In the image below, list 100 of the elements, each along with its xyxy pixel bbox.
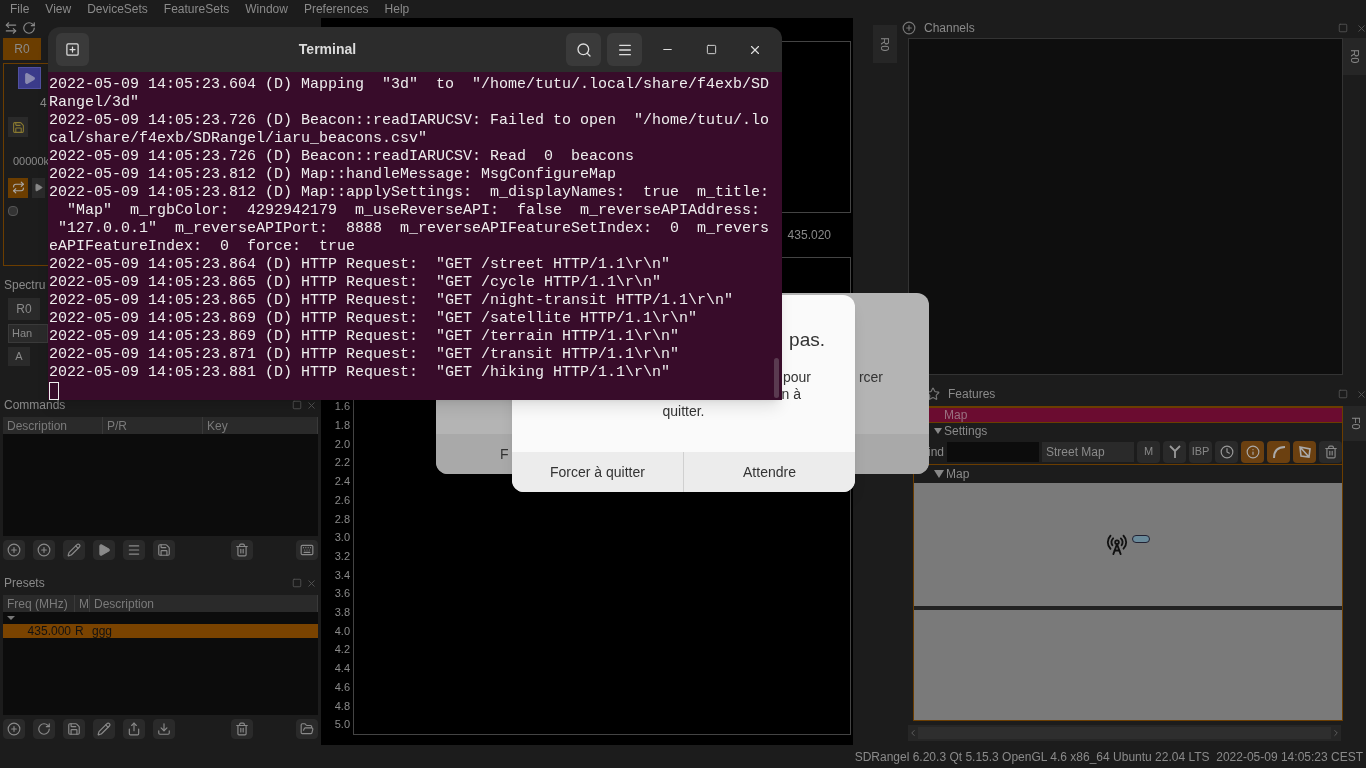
spectrum-tab[interactable]: R0 [8, 298, 40, 320]
section-header[interactable]: Map [946, 465, 970, 483]
keyboard-button[interactable] [296, 540, 318, 560]
curve-icon [1271, 444, 1286, 459]
panel-title: Channels [924, 20, 975, 37]
axis-label: 3.6 [334, 586, 350, 602]
axis-label: 5.0 [334, 717, 350, 733]
menu-item[interactable]: View [45, 0, 72, 18]
slider-thumb[interactable] [8, 205, 18, 216]
feature-title: Map [944, 407, 968, 424]
window-dropdown[interactable]: Han [8, 324, 48, 343]
refresh-icon[interactable] [22, 21, 36, 35]
axis-label: 3.8 [334, 605, 350, 621]
map-marker-icon [1132, 534, 1150, 543]
run-button[interactable] [93, 540, 115, 560]
delete-button[interactable] [231, 719, 253, 739]
axis-label: 2.2 [334, 455, 350, 471]
refresh-icon [37, 722, 51, 736]
save-icon [11, 120, 25, 134]
loop-button[interactable] [8, 177, 28, 198]
scrollbar-thumb[interactable] [774, 358, 779, 398]
pencil-icon [67, 543, 81, 557]
dialog-text: n à [781, 386, 802, 403]
new-tab-button[interactable] [56, 33, 89, 66]
map-toolbar-button[interactable] [1241, 440, 1264, 463]
menu-item[interactable]: FeatureSets [163, 0, 230, 18]
terminal-line: 2022-05-09 14:05:23.726 (D) Beacon::readIARUCSV: Read 0 beacons [49, 148, 636, 166]
axis-label: 2.6 [334, 492, 350, 508]
map-toolbar-button[interactable]: M [1137, 440, 1160, 463]
edit-button[interactable] [63, 540, 85, 560]
section-header[interactable]: Settings [944, 422, 988, 440]
axis-label: 3.0 [334, 530, 350, 546]
terminal-line: 2022-05-09 14:05:23.871 (D) HTTP Request: "GET /transit HTTP/1.1\r\n" [49, 346, 681, 364]
side-tab[interactable]: R0 [1343, 38, 1366, 75]
terminal-line: 2022-05-09 14:05:23.604 (D) Mapping "3d" to "/home/tutu/.local/share/f4exb/SD [49, 76, 770, 94]
caret-icon[interactable] [7, 616, 15, 620]
add-button[interactable] [3, 540, 25, 560]
dialog-text: rcer [858, 368, 883, 385]
axis-label: 4.8 [334, 698, 350, 714]
menu-button[interactable] [607, 33, 642, 66]
save-button[interactable] [8, 117, 28, 137]
map-toolbar-button[interactable] [1293, 440, 1316, 463]
axis-label: 4.0 [334, 623, 350, 639]
star-icon[interactable] [926, 387, 940, 401]
map-toolbar-button[interactable] [1215, 440, 1238, 463]
menu-item[interactable]: Window [245, 0, 288, 18]
trash-icon [235, 543, 249, 557]
axis-label: 3.4 [334, 567, 350, 583]
panel-title: Spectru [4, 277, 46, 294]
terminal-line: 2022-05-09 14:05:23.726 (D) Beacon::readIARUCSV: Failed to open "/home/tutu/.lo [49, 112, 770, 130]
save-button[interactable] [63, 719, 85, 739]
map-style-dropdown[interactable]: Street Map [1042, 441, 1134, 462]
play-button[interactable] [18, 67, 41, 89]
dialog-button[interactable]: Attendre [684, 452, 855, 492]
menu-item[interactable]: Help [384, 0, 410, 18]
side-tab[interactable]: F0 [1343, 406, 1366, 441]
terminal-line: 2022-05-09 14:05:23.869 (D) HTTP Request: "GET /satellite HTTP/1.1\r\n" [49, 310, 699, 328]
save-icon [67, 722, 81, 736]
antenna-icon [1167, 444, 1182, 459]
dialog-button[interactable]: Forcer à quitter [512, 452, 684, 492]
axis-label: 2.4 [334, 474, 350, 490]
pencil-icon [97, 722, 111, 736]
map-toolbar-button[interactable] [1319, 440, 1342, 463]
maximize-icon [705, 44, 717, 55]
menu-item[interactable]: DeviceSets [87, 0, 148, 18]
auto-button[interactable]: A [8, 347, 30, 366]
device-tab[interactable]: R0 [3, 38, 41, 60]
import-button[interactable] [153, 719, 175, 739]
find-label: ind [927, 443, 944, 461]
text-cursor [49, 382, 59, 400]
swap-icon[interactable] [4, 21, 18, 35]
side-tab[interactable]: R0 [873, 25, 897, 63]
play-button[interactable] [32, 177, 45, 198]
plus-icon [37, 543, 51, 557]
menu-item[interactable]: File [10, 0, 30, 18]
axis-label: 1.6 [334, 399, 350, 415]
add-button[interactable] [3, 719, 25, 739]
map-toolbar-button[interactable] [1267, 440, 1290, 463]
dialog-button[interactable]: F [500, 443, 509, 465]
search-button[interactable] [566, 33, 601, 66]
terminal-line: Rangel/3d" [49, 94, 140, 112]
export-button[interactable] [123, 719, 145, 739]
save-button[interactable] [153, 540, 175, 560]
save-icon [157, 543, 171, 557]
menu-item[interactable]: Preferences [303, 0, 369, 18]
reload-button[interactable] [33, 719, 55, 739]
add-group-button[interactable] [33, 540, 55, 560]
window-title: Terminal [298, 40, 357, 59]
map-toolbar-button[interactable]: IBP [1189, 440, 1212, 463]
edit-button[interactable] [93, 719, 115, 739]
play-icon [34, 183, 43, 192]
terminal-line: 2022-05-09 14:05:23.881 (D) HTTP Request: "GET /hiking HTTP/1.1\r\n" [49, 364, 672, 382]
list-button[interactable] [123, 540, 145, 560]
map-toolbar-button[interactable] [1163, 440, 1186, 463]
delete-button[interactable] [231, 540, 253, 560]
preset-row[interactable]: 435.000 R ggg [3, 624, 318, 638]
download-icon [157, 722, 171, 736]
terminal-line: "127.0.0.1" m_reverseAPIPort: 8888 m_reverseAPIFeatureSetIndex: 0 m_revers [57, 220, 770, 238]
add-channel-icon[interactable] [902, 21, 916, 35]
open-folder-button[interactable] [296, 719, 318, 739]
